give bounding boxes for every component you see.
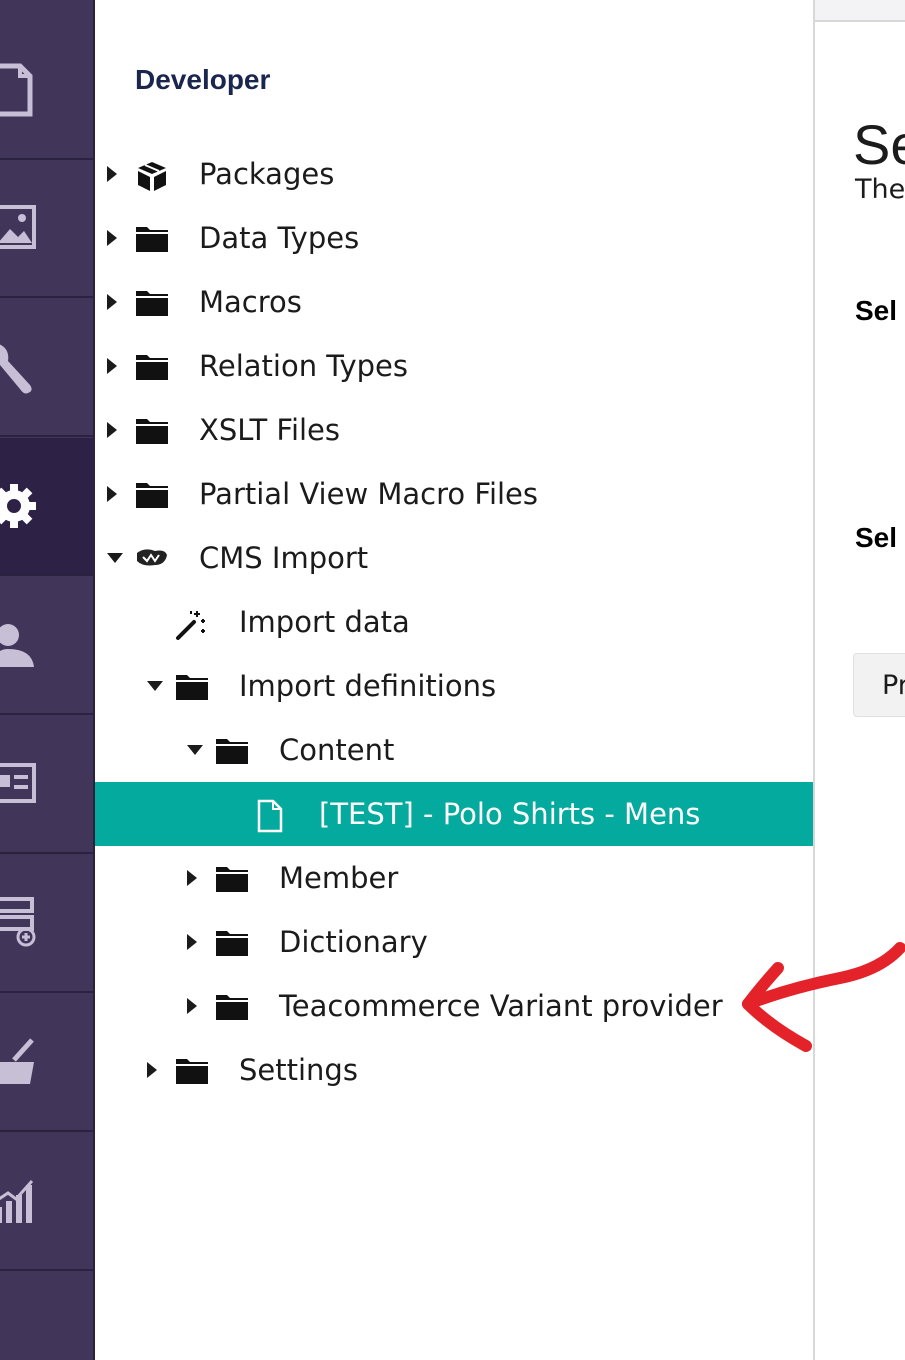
caret-right-icon[interactable] xyxy=(107,422,117,438)
tree-node[interactable]: Member xyxy=(95,846,813,910)
nav-item-developer[interactable] xyxy=(0,438,95,576)
folder-icon xyxy=(215,991,249,1021)
tree-node[interactable]: Content xyxy=(95,718,813,782)
tree-node-label: Settings xyxy=(239,1053,358,1087)
tree-node[interactable]: Data Types xyxy=(95,206,813,270)
tree-node[interactable]: XSLT Files xyxy=(95,398,813,462)
tree-node-label: Packages xyxy=(199,157,335,191)
caret-right-icon[interactable] xyxy=(107,358,117,374)
tree-node[interactable]: Macros xyxy=(95,270,813,334)
tree-node[interactable]: [TEST] - Polo Shirts - Mens xyxy=(95,782,813,846)
tree-node[interactable]: Relation Types xyxy=(95,334,813,398)
folder-icon xyxy=(215,927,249,957)
tree-node-label: Teacommerce Variant provider xyxy=(279,989,723,1023)
nav-item-forms[interactable] xyxy=(0,855,95,993)
form-add-icon xyxy=(0,897,36,947)
nav-item-users[interactable] xyxy=(0,577,95,715)
document-icon xyxy=(0,63,33,117)
field-label-1: Sel xyxy=(855,295,898,326)
nav-item-settings[interactable] xyxy=(0,299,95,437)
caret-right-icon[interactable] xyxy=(107,230,117,246)
tree-node[interactable]: CMS Import xyxy=(95,526,813,590)
page-heading: Se xyxy=(853,113,905,176)
tree-node[interactable]: Import definitions xyxy=(95,654,813,718)
package-icon xyxy=(135,159,169,191)
caret-right-icon[interactable] xyxy=(107,486,117,502)
folder-icon xyxy=(215,735,249,765)
section-tree: Developer Packages Data Types Macros Relati… xyxy=(95,0,815,1360)
tree-node-label: Import data xyxy=(239,605,410,639)
gear-icon xyxy=(0,484,36,528)
cms-import-logo-icon xyxy=(135,543,169,573)
caret-right-icon[interactable] xyxy=(187,998,197,1014)
caret-right-icon[interactable] xyxy=(107,166,117,182)
tree-node-label: XSLT Files xyxy=(199,413,341,447)
image-icon xyxy=(0,205,36,249)
tree-node[interactable]: Settings xyxy=(95,1038,813,1102)
caret-right-icon[interactable] xyxy=(187,870,197,886)
folder-icon xyxy=(175,671,209,701)
caret-right-icon[interactable] xyxy=(187,934,197,950)
tree-node-label: Macros xyxy=(199,285,302,319)
caret-down-icon[interactable] xyxy=(187,745,203,755)
tree-title: Developer xyxy=(135,64,271,95)
tree-node-label: CMS Import xyxy=(199,541,369,575)
nav-item-media[interactable] xyxy=(0,160,95,298)
annotation-arrow-icon xyxy=(742,942,905,1052)
tree-node-label: [TEST] - Polo Shirts - Mens xyxy=(319,797,701,831)
folder-icon xyxy=(175,1055,209,1085)
tree-node-label: Partial View Macro Files xyxy=(199,477,539,511)
folder-icon xyxy=(135,287,169,317)
nav-item-content[interactable] xyxy=(0,22,95,160)
tree-node[interactable]: Import data xyxy=(95,590,813,654)
app-navigation xyxy=(0,0,95,1360)
document-outline-icon xyxy=(255,799,289,833)
field-label-2: Sel xyxy=(855,522,898,553)
nav-item-members[interactable] xyxy=(0,716,95,854)
folder-icon xyxy=(135,351,169,381)
nav-item-commerce[interactable] xyxy=(0,994,95,1132)
tree-node-label: Data Types xyxy=(199,221,360,255)
caret-down-icon[interactable] xyxy=(107,553,123,563)
magic-wand-icon xyxy=(175,607,209,640)
tree-node-label: Member xyxy=(279,861,399,895)
tree-node[interactable]: Packages xyxy=(95,142,813,206)
tree-node[interactable]: Partial View Macro Files xyxy=(95,462,813,526)
caret-right-icon[interactable] xyxy=(107,294,117,310)
page-description: The xyxy=(855,174,905,205)
caret-down-icon[interactable] xyxy=(147,681,163,691)
tree-node-label: Import definitions xyxy=(239,669,497,703)
editor-content: Se The Sel Sel Pr xyxy=(815,22,905,1360)
action-button-label: Pr xyxy=(882,670,905,701)
caret-right-icon[interactable] xyxy=(147,1062,157,1078)
tree-node[interactable]: Teacommerce Variant provider xyxy=(95,974,813,1038)
folder-icon xyxy=(135,415,169,445)
action-button[interactable]: Pr xyxy=(853,653,905,717)
folder-icon xyxy=(135,479,169,509)
basket-icon xyxy=(0,1038,34,1084)
nav-item-analytics[interactable] xyxy=(0,1133,95,1271)
folder-icon xyxy=(215,863,249,893)
wrench-icon xyxy=(0,344,32,394)
folder-icon xyxy=(135,223,169,253)
tree-node-label: Dictionary xyxy=(279,925,428,959)
user-icon xyxy=(0,624,34,667)
chart-icon xyxy=(0,1180,34,1223)
tree-node-label: Content xyxy=(279,733,395,767)
tree-node[interactable]: Dictionary xyxy=(95,910,813,974)
tree-node-label: Relation Types xyxy=(199,349,409,383)
id-card-icon xyxy=(0,763,36,803)
